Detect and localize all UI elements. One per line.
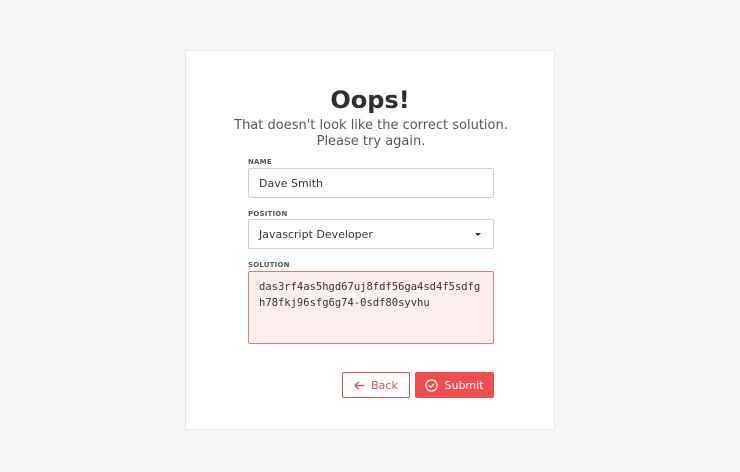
- arrow-left-icon: [354, 380, 365, 390]
- solution-textarea[interactable]: das3rf4as5hgd67uj8fdf56ga4sd4f5sdfgh78fk…: [248, 271, 494, 344]
- back-button[interactable]: Back: [342, 372, 410, 398]
- solution-label: SOLUTION: [248, 261, 290, 269]
- submit-button[interactable]: Submit: [415, 372, 494, 398]
- form-card: Oops! That doesn't look like the correct…: [185, 50, 555, 430]
- caret-down-icon: [475, 232, 481, 236]
- position-selected-value: Javascript Developer: [259, 227, 373, 241]
- check-circle-icon: [425, 378, 439, 392]
- name-input[interactable]: [248, 168, 494, 198]
- position-select[interactable]: Javascript Developer: [248, 219, 494, 249]
- name-label: NAME: [248, 158, 272, 166]
- page-title: Oops!: [330, 86, 410, 114]
- back-button-label: Back: [371, 378, 398, 392]
- position-label: POSITION: [248, 210, 288, 218]
- submit-button-label: Submit: [444, 378, 484, 392]
- error-message: That doesn't look like the correct solut…: [234, 118, 508, 149]
